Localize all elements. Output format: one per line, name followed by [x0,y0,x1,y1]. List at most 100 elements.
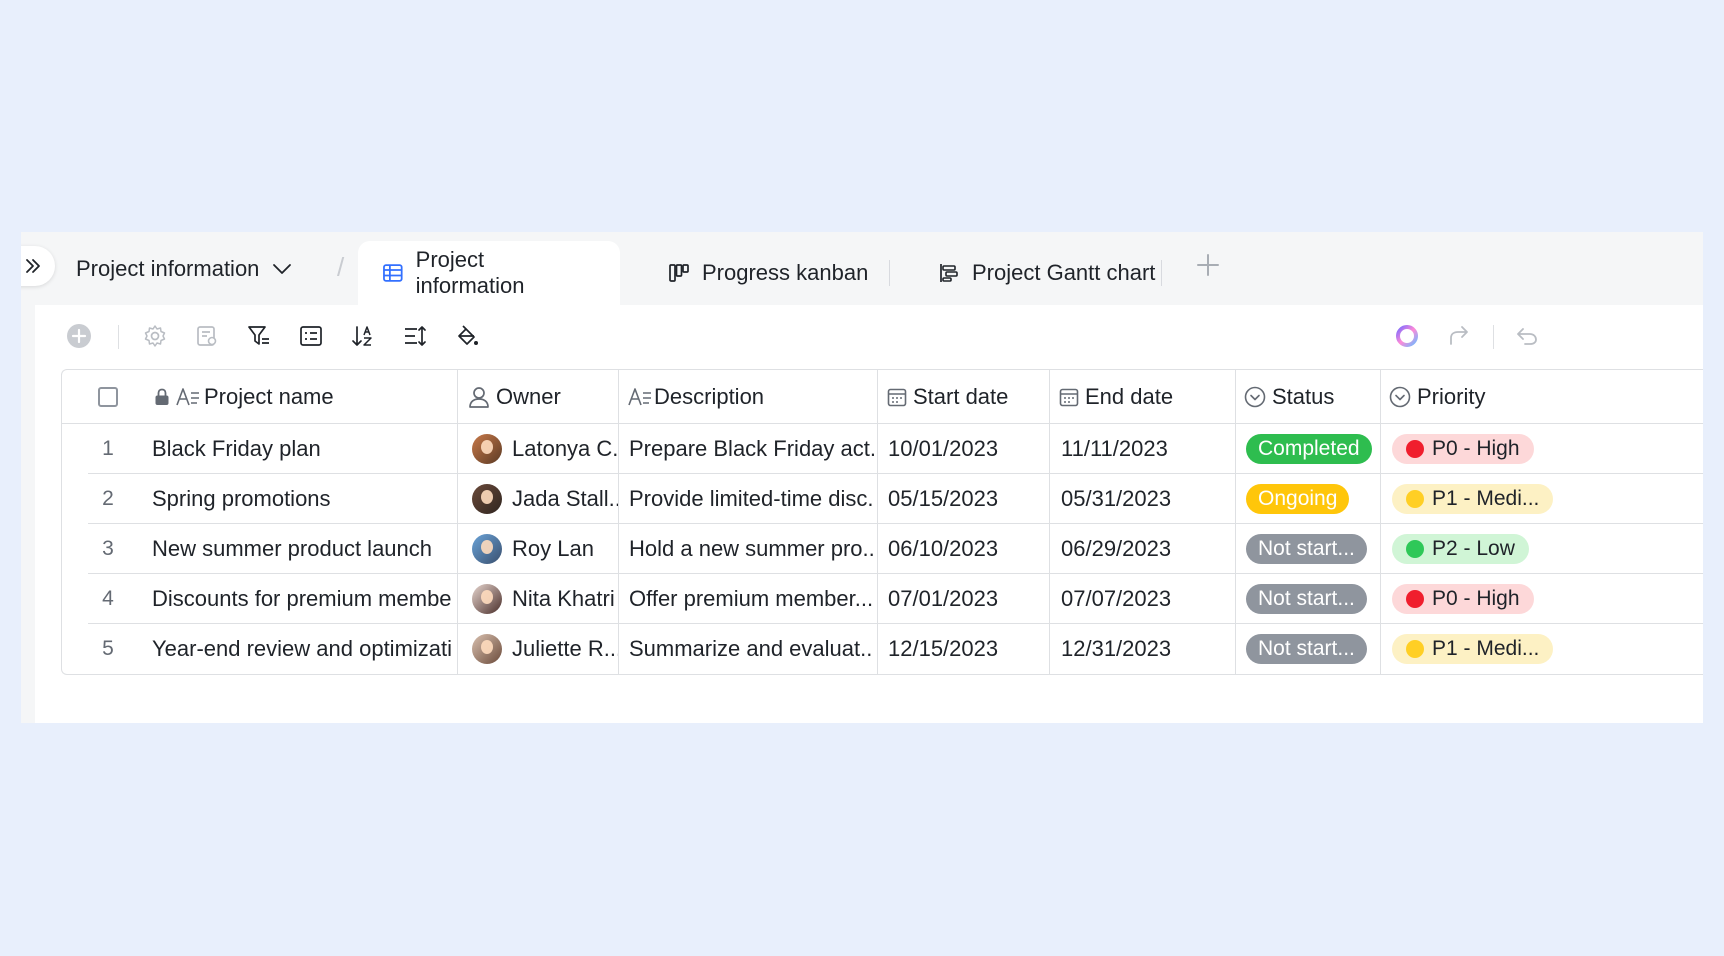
sort-button[interactable] [349,322,377,350]
row-number: 3 [102,537,114,560]
select-all-checkbox[interactable] [98,370,118,423]
column-header-owner[interactable]: Owner [468,370,618,423]
table-selector-label: Project information [76,256,260,281]
column-divider [877,424,878,474]
form-button[interactable] [193,322,221,350]
start-date-cell[interactable]: 05/15/2023 [888,474,1048,524]
ai-assistant-button[interactable] [1393,322,1421,350]
avatar [472,634,502,664]
column-divider [877,524,878,574]
tab-label: Progress kanban [702,260,869,285]
start-date-cell[interactable]: 10/01/2023 [888,424,1048,474]
end-date-cell[interactable]: 06/29/2023 [1061,524,1233,574]
priority-badge: P2 - Low [1392,534,1529,564]
toolbar [35,305,1703,367]
tab-project-information[interactable]: Project information [358,241,620,305]
settings-button[interactable] [141,322,169,350]
column-divider [618,524,619,574]
column-header-status[interactable]: Status [1244,370,1384,423]
priority-cell[interactable]: P1 - Medi... [1392,474,1572,524]
end-date-cell[interactable]: 05/31/2023 [1061,474,1233,524]
table-row[interactable]: 2 Spring promotions Jada Stall... Provid… [62,474,1703,524]
description-cell[interactable]: Prepare Black Friday act... [629,424,874,474]
row-height-icon [405,326,426,346]
description-cell[interactable]: Provide limited-time disc... [629,474,874,524]
tab-progress-kanban[interactable]: Progress kanban [644,241,892,305]
column-divider [877,370,878,423]
end-date-cell[interactable]: 07/07/2023 [1061,574,1233,624]
owner-cell[interactable]: Nita Khatri [472,574,618,624]
column-divider [457,524,458,574]
filter-button[interactable] [245,322,273,350]
column-header-priority[interactable]: Priority [1389,370,1549,423]
table-row[interactable]: 4 Discounts for premium members Nita Kha… [62,574,1703,624]
end-date-cell[interactable]: 11/11/2023 [1061,424,1233,474]
project-name-cell[interactable]: Discounts for premium members [152,574,452,624]
priority-dot [1406,440,1424,458]
column-header-start-date[interactable]: Start date [887,370,1057,423]
ai-assistant-icon [1396,325,1418,347]
description-cell[interactable]: Offer premium member... [629,574,874,624]
avatar [472,434,502,464]
priority-cell[interactable]: P2 - Low [1392,524,1572,574]
owner-name: Juliette R... [512,636,618,661]
project-name-cell[interactable]: New summer product launch [152,524,452,574]
row-height-button[interactable] [401,322,429,350]
plus-icon [1197,254,1219,276]
expand-sidebar-button[interactable] [21,246,55,286]
owner-cell[interactable]: Latonya C... [472,424,618,474]
fill-color-button[interactable] [453,322,481,350]
priority-label: P0 - High [1432,587,1520,610]
table-selector[interactable]: Project information [76,256,293,282]
project-name-cell[interactable]: Black Friday plan [152,424,452,474]
owner-cell[interactable]: Roy Lan [472,524,618,574]
project-name-cell[interactable]: Year-end review and optimizati... [152,624,452,674]
project-name-cell[interactable]: Spring promotions [152,474,452,524]
share-button[interactable] [1445,322,1473,350]
add-record-button[interactable] [65,322,93,350]
end-date-cell[interactable]: 12/31/2023 [1061,624,1233,674]
fill-color-icon [458,325,478,345]
tab-bar: Project information / Project informatio… [21,232,1703,305]
priority-cell[interactable]: P0 - High [1392,574,1572,624]
description-cell[interactable]: Summarize and evaluat... [629,624,874,674]
description-cell[interactable]: Hold a new summer pro... [629,524,874,574]
column-divider [1380,574,1381,624]
add-record-icon [67,324,91,348]
column-header-description[interactable]: Description [628,370,888,423]
owner-cell[interactable]: Juliette R... [472,624,618,674]
priority-cell[interactable]: P1 - Medi... [1392,624,1572,674]
table-row[interactable]: 3 New summer product launch Roy Lan Hold… [62,524,1703,574]
status-cell[interactable]: Not start... [1246,624,1378,674]
double-chevron-right-icon [26,259,40,273]
table-row[interactable]: 1 Black Friday plan Latonya C... Prepare… [62,424,1703,474]
column-header-project-name[interactable]: Project name [154,370,454,423]
column-divider [1380,424,1381,474]
priority-dot [1406,490,1424,508]
column-divider [618,370,619,423]
start-date-cell[interactable]: 12/15/2023 [888,624,1048,674]
status-cell[interactable]: Not start... [1246,574,1378,624]
column-divider [877,574,878,624]
status-cell[interactable]: Not start... [1246,524,1378,574]
table-row[interactable]: 5 Year-end review and optimizati... Juli… [62,624,1703,674]
column-label: End date [1085,383,1174,409]
start-date-cell[interactable]: 07/01/2023 [888,574,1048,624]
status-cell[interactable]: Ongoing [1246,474,1378,524]
group-icon [300,326,322,346]
tab-project-gantt-chart[interactable]: Project Gantt chart [914,241,1179,305]
undo-button[interactable] [1513,322,1541,350]
start-date-cell[interactable]: 06/10/2023 [888,524,1048,574]
data-grid: Project name Owner Description Start dat… [61,369,1703,675]
add-view-button[interactable] [1195,252,1221,283]
share-icon [1450,326,1468,345]
status-cell[interactable]: Completed [1246,424,1378,474]
owner-cell[interactable]: Jada Stall... [472,474,618,524]
group-button[interactable] [297,322,325,350]
priority-badge: P0 - High [1392,434,1534,464]
column-header-end-date[interactable]: End date [1059,370,1239,423]
priority-cell[interactable]: P0 - High [1392,424,1572,474]
person-icon [469,386,489,408]
lock-icon [155,388,169,405]
column-divider [1049,524,1050,574]
